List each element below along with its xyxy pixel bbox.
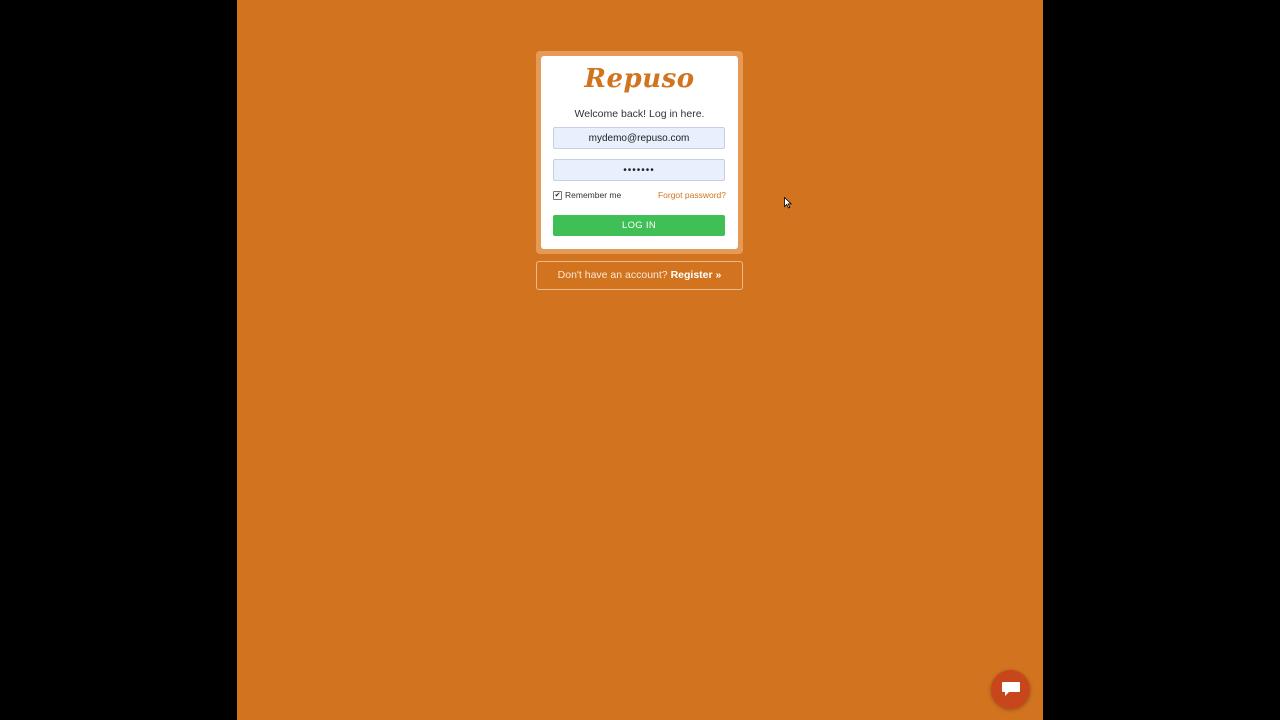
chat-bubble-icon	[1002, 682, 1020, 696]
register-link[interactable]: Register »	[671, 269, 722, 281]
page-viewport: Repuso Welcome back! Log in here. ✔ Reme…	[237, 0, 1043, 720]
remember-me[interactable]: ✔ Remember me	[553, 190, 621, 200]
login-card-frame: Repuso Welcome back! Log in here. ✔ Reme…	[536, 51, 743, 254]
register-prompt: Don't have an account? Register »	[536, 261, 743, 290]
remember-me-checkbox[interactable]: ✔	[553, 190, 562, 200]
chat-button[interactable]	[991, 670, 1030, 709]
login-card: Repuso Welcome back! Log in here. ✔ Reme…	[541, 56, 738, 249]
welcome-text: Welcome back! Log in here.	[574, 108, 705, 120]
forgot-password-link[interactable]: Forgot password?	[658, 190, 726, 200]
login-button[interactable]: LOG IN	[553, 215, 725, 236]
password-field[interactable]	[553, 159, 725, 181]
brand-logo: Repuso	[584, 64, 695, 94]
register-prompt-text: Don't have an account?	[557, 269, 671, 281]
mouse-cursor-icon	[784, 197, 792, 209]
email-field[interactable]	[553, 127, 725, 149]
remember-me-label: Remember me	[565, 190, 622, 200]
